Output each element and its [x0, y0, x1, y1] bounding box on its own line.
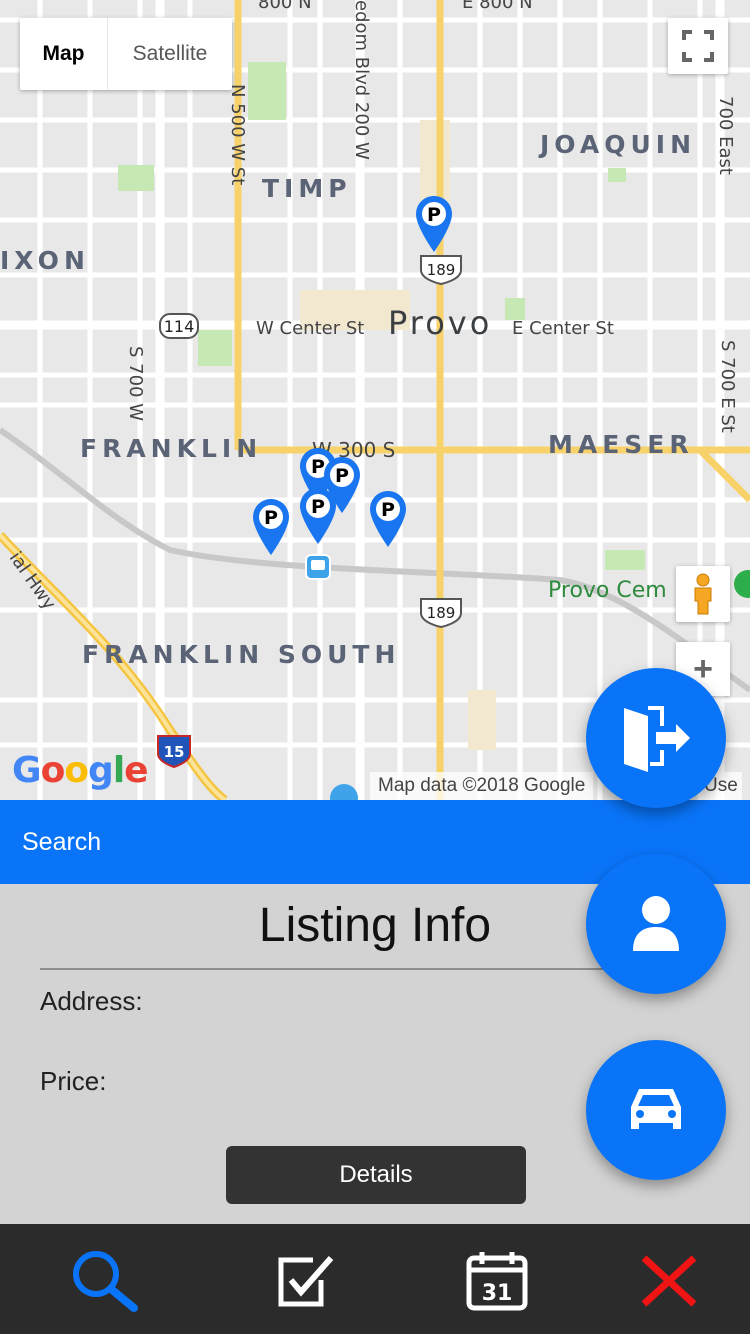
nav-search-button[interactable]	[70, 1246, 140, 1316]
google-logo-letter: l	[112, 750, 125, 791]
parking-pin-letter: P	[311, 496, 325, 518]
google-logo-letter: G	[12, 750, 42, 791]
details-button[interactable]: Details	[226, 1146, 526, 1204]
map-type-control: Map Satellite	[20, 18, 232, 90]
map-attribution: Map data ©2018 Google	[370, 772, 594, 800]
transit-station-icon	[305, 554, 331, 580]
svg-text:15: 15	[164, 743, 185, 761]
pegman-icon	[694, 573, 712, 615]
parking-pin-letter: P	[381, 499, 395, 521]
street-label-s700w: S 700 W	[125, 346, 146, 422]
street-label-e800n: E 800 N	[462, 0, 533, 13]
parking-pin-icon: P	[253, 499, 289, 555]
parking-pin-icon: P	[370, 491, 406, 547]
bottom-navigation: 31	[0, 1224, 750, 1334]
google-logo-letter: e	[124, 750, 148, 791]
price-label: Price:	[40, 1066, 107, 1096]
google-logo-letter: o	[64, 750, 89, 791]
route-114-shield: 114	[159, 313, 199, 339]
area-label-maeser: MAESER	[548, 430, 694, 459]
parking-pin-letter: P	[264, 507, 278, 529]
logout-fab-button[interactable]	[586, 668, 726, 808]
car-icon	[631, 1089, 681, 1129]
calendar-day-text: 31	[482, 1281, 513, 1306]
street-view-button[interactable]	[676, 566, 730, 622]
parking-pin-letter: P	[335, 465, 349, 487]
parking-pin-icon: P	[300, 488, 336, 544]
parking-pin-icon: P	[416, 196, 452, 252]
street-label-n500w: N 500 W St	[227, 84, 248, 186]
profile-fab-button[interactable]	[586, 854, 726, 994]
exit-door-icon	[624, 706, 690, 772]
area-label-franklin: FRANKLIN	[80, 434, 263, 463]
listing-divider	[40, 968, 630, 970]
address-label: Address:	[40, 986, 143, 1016]
search-icon	[73, 1251, 138, 1312]
city-label-provo: Provo	[388, 304, 493, 342]
google-logo-letter: g	[88, 750, 114, 791]
street-label-800n: 800 N	[258, 0, 312, 13]
svg-text:189: 189	[427, 261, 456, 279]
svg-text:114: 114	[164, 317, 195, 336]
checkbox-icon	[278, 1256, 334, 1307]
parking-pin-letter: P	[427, 204, 441, 226]
car-fab-button[interactable]	[586, 1040, 726, 1180]
google-logo-letter: o	[40, 750, 66, 791]
street-label-freedom: edom Blvd 200 W	[351, 0, 372, 160]
place-label-provo-cemetery: Provo Cem	[548, 578, 667, 603]
search-bar-label: Search	[22, 827, 102, 856]
map-type-map-button[interactable]: Map	[20, 18, 108, 90]
map-type-satellite-button[interactable]: Satellite	[108, 18, 232, 90]
street-label-w-center: W Center St	[256, 318, 365, 339]
fullscreen-button[interactable]	[668, 18, 728, 74]
person-icon	[633, 896, 679, 951]
parking-pin[interactable]: P	[252, 498, 290, 556]
google-logo: Google	[12, 750, 149, 791]
close-icon	[641, 1255, 697, 1307]
nav-checklist-button[interactable]	[270, 1246, 340, 1316]
calendar-icon: 31	[466, 1252, 528, 1311]
area-label-joaquin: JOAQUIN	[540, 130, 697, 159]
nav-close-button[interactable]	[634, 1246, 704, 1316]
area-label-timp: TIMP	[262, 174, 352, 203]
area-label-franklin-south: FRANKLIN SOUTH	[82, 640, 401, 669]
parking-pin[interactable]: P	[299, 487, 337, 545]
parking-pin[interactable]: P	[415, 195, 453, 253]
svg-text:189: 189	[427, 604, 456, 622]
fullscreen-icon	[682, 30, 714, 62]
area-label-dixon: IXON	[0, 246, 90, 275]
street-label-e-center: E Center St	[512, 318, 614, 339]
interstate-15-shield: 15	[157, 735, 191, 769]
nav-calendar-button[interactable]: 31	[462, 1246, 532, 1316]
parking-pin[interactable]: P	[369, 490, 407, 548]
street-label-s700e: S 700 E St	[717, 340, 738, 433]
route-189-north-shield: 189	[420, 255, 462, 286]
street-label-700-east: 700 East	[715, 96, 736, 175]
route-189-south-shield: 189	[420, 598, 462, 629]
